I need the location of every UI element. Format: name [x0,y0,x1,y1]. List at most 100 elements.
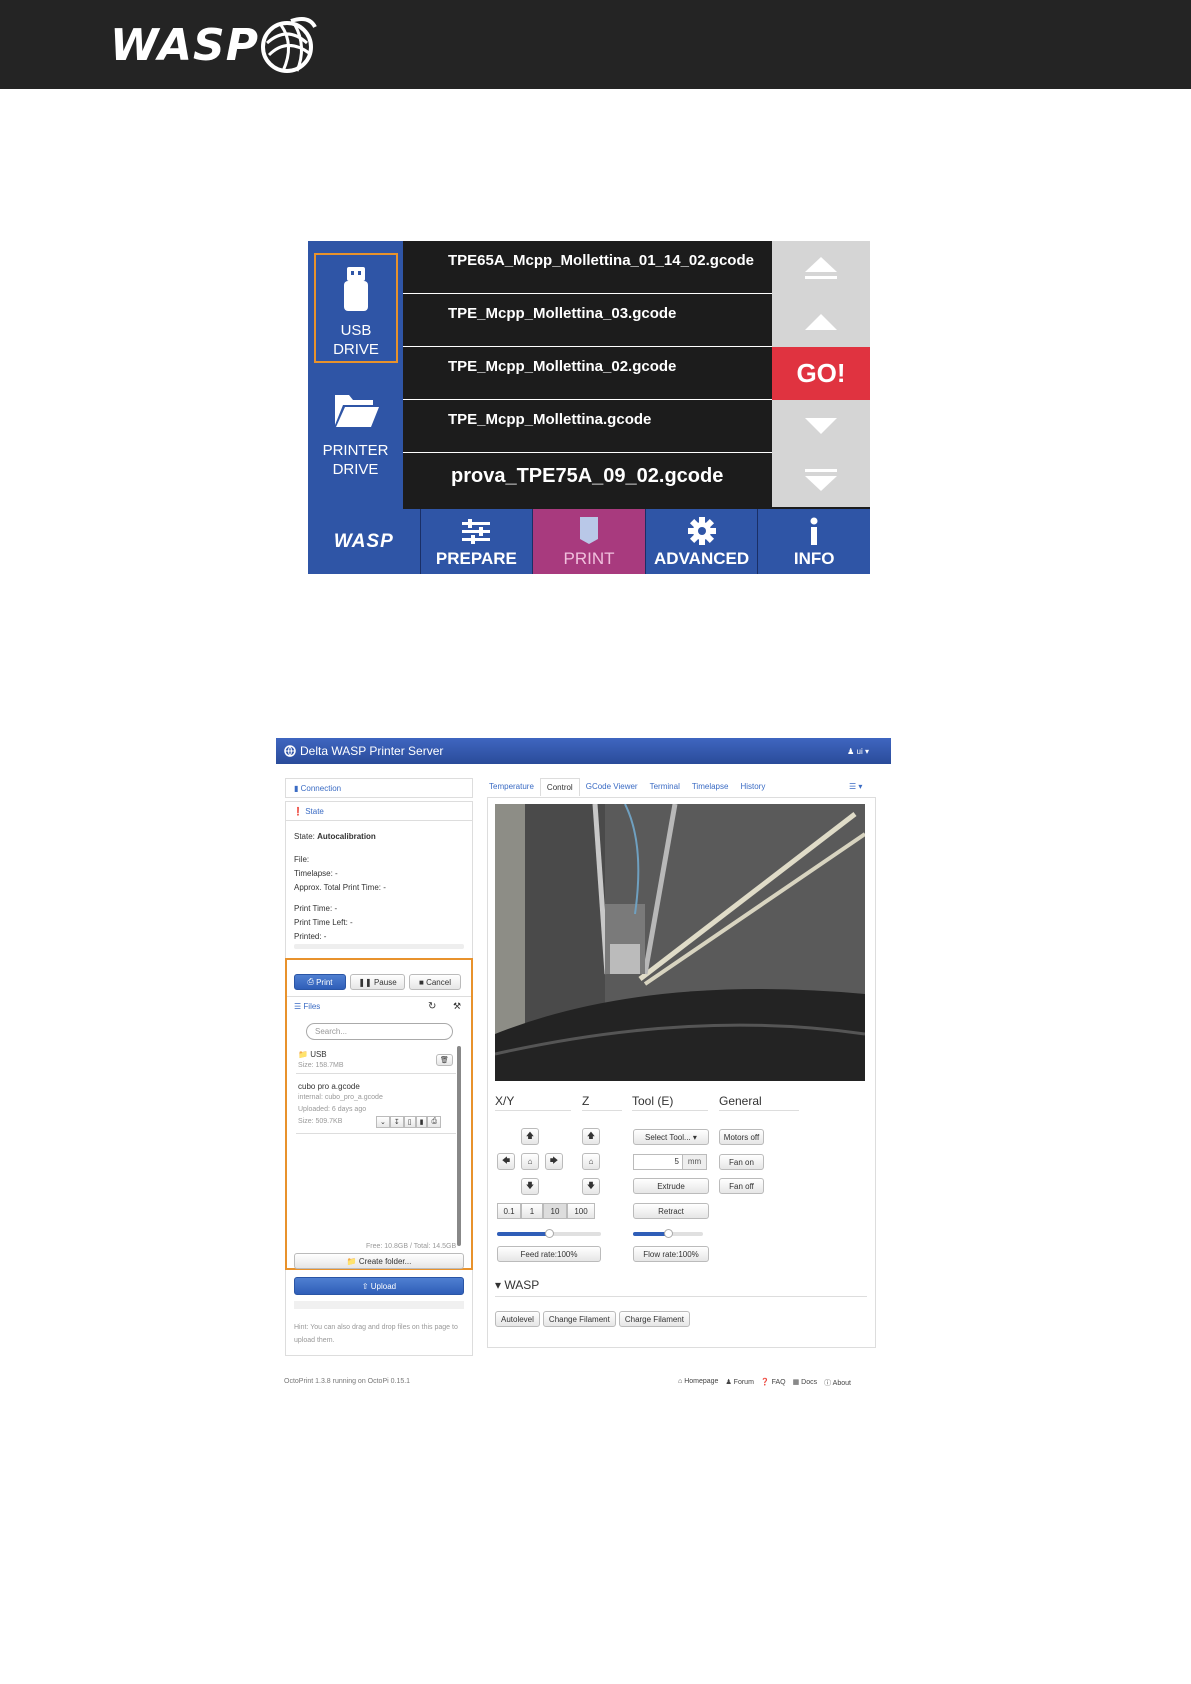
state-label: State: [294,832,315,841]
tab-terminal[interactable]: Terminal [644,778,686,796]
usb-folder[interactable]: 📁 USB [298,1050,327,1059]
trash-icon[interactable]: ▯ [403,1116,416,1128]
connection-link[interactable]: ▮ Connection [294,784,341,793]
step-100[interactable]: 100 [567,1203,595,1219]
select-tool-dropdown[interactable]: Select Tool... ▾ [633,1129,709,1145]
forum-link[interactable]: ♟ Forum [725,1378,753,1388]
file-row-selected[interactable]: prova_TPE75A_09_02.gcode [403,453,780,506]
print-button[interactable]: ⎙ Print [294,974,346,990]
files-scrollbar[interactable] [457,1046,461,1246]
file-name[interactable]: cubo pro a.gcode [298,1082,360,1091]
state-header[interactable]: ❗ State [293,807,324,816]
double-up-icon [805,256,837,279]
cancel-button-label: Cancel [426,977,451,987]
y-minus-button[interactable]: 🡇 [521,1178,539,1195]
file-row[interactable]: TPE_Mcpp_Mollettina_02.gcode [403,347,780,400]
z-minus-button[interactable]: 🡇 [582,1178,600,1195]
download-icon[interactable]: ↧ [389,1116,404,1128]
webcam-stream [495,804,865,1081]
tab-history[interactable]: History [734,778,771,796]
tab-timelapse[interactable]: Timelapse [686,778,735,796]
x-minus-button[interactable]: 🡄 [497,1153,515,1170]
flow-rate-knob[interactable] [664,1229,673,1238]
docs-link[interactable]: ▦ Docs [793,1378,818,1388]
connection-label: Connection [300,784,342,793]
load-folder-icon[interactable]: ▮ [415,1116,428,1128]
about-link[interactable]: ⓘ About [824,1378,851,1388]
xy-home-button[interactable]: ⌂ [521,1153,539,1170]
step-0-1[interactable]: 0.1 [497,1203,521,1219]
feed-rate-knob[interactable] [545,1229,554,1238]
homepage-link[interactable]: ⌂ Homepage [678,1378,718,1388]
user-menu[interactable]: ♟ ui ▾ [847,747,869,756]
state-title: State [305,807,324,816]
step-1[interactable]: 1 [521,1203,543,1219]
job-controls: ⎙ Print ❚❚ Pause ■ Cancel [294,974,461,990]
chevron-down-icon[interactable]: ⌄ [376,1116,390,1128]
y-plus-button[interactable]: 🡅 [521,1128,539,1145]
tab-temperature[interactable]: Temperature [483,778,540,796]
change-filament-button[interactable]: Change Filament [542,1311,616,1327]
printer-drive-button[interactable]: PRINTER DRIVE [308,391,403,491]
tab-info[interactable]: INFO [758,509,870,574]
autolevel-button[interactable]: Autolevel [495,1311,540,1327]
homepage-label: Homepage [684,1378,719,1385]
tab-wasp-home[interactable]: WASP [308,509,421,574]
scroll-down-button[interactable] [772,400,870,453]
tab-print[interactable]: PRINT [533,509,646,574]
faq-link[interactable]: ❓ FAQ [761,1378,786,1388]
tab-prepare[interactable]: PREPARE [421,509,534,574]
scroll-bottom-button[interactable] [772,453,870,506]
scroll-up-button[interactable] [772,294,870,347]
go-button[interactable]: GO! [772,347,870,400]
refresh-icon[interactable]: ↻ [428,1001,436,1012]
wasp-section-toggle[interactable]: ▾ WASP [495,1278,539,1292]
fan-on-button[interactable]: Fan on [719,1154,764,1170]
file-row[interactable]: TPE_Mcpp_Mollettina_03.gcode [403,294,780,347]
bottom-nav: WASP PREPARE PRINT ADVANCED INFO [308,509,870,574]
tab-gcode-viewer[interactable]: GCode Viewer [580,778,644,796]
state-line: State: Autocalibration [294,832,376,841]
tab-control[interactable]: Control [539,778,580,796]
create-folder-button[interactable]: 📁 Create folder... [294,1253,464,1269]
trash-icon[interactable]: 🗑 [436,1054,453,1066]
mm-unit: mm [683,1154,707,1170]
divider [296,1073,456,1074]
retract-button[interactable]: Retract [633,1203,709,1219]
file-row[interactable]: TPE65A_Mcpp_Mollettina_01_14_02.gcode [403,241,780,294]
app-title[interactable]: Delta WASP Printer Server [300,744,443,758]
fan-off-button[interactable]: Fan off [719,1178,764,1194]
cancel-button[interactable]: ■ Cancel [409,974,461,990]
usb-drive-button[interactable]: USB DRIVE [314,253,398,363]
file-size: Size: 509.7KB [298,1118,343,1125]
scroll-top-button[interactable] [772,241,870,294]
flow-rate-slider[interactable] [633,1229,703,1238]
globe-icon [260,17,317,73]
general-title: General [719,1094,762,1108]
feed-rate-slider[interactable] [497,1229,601,1238]
wrench-icon[interactable]: ⚒ [453,1001,461,1012]
tab-advanced-label: ADVANCED [654,549,750,568]
more-tabs-menu[interactable]: ☰ ▾ [849,782,862,791]
charge-filament-button[interactable]: Charge Filament [618,1311,690,1327]
file-list: TPE65A_Mcpp_Mollettina_01_14_02.gcode TP… [403,241,780,507]
storage-info: Free: 10.8GB / Total: 14.5GB [366,1243,457,1250]
extrude-amount-input[interactable]: 5 [633,1154,683,1170]
divider [287,996,471,997]
file-row[interactable]: TPE_Mcpp_Mollettina.gcode [403,400,780,453]
printer-icon[interactable]: ⎙ [427,1116,442,1128]
tab-advanced[interactable]: ADVANCED [646,509,759,574]
files-header[interactable]: ☰ Files [294,1002,320,1011]
flow-rate-button[interactable]: Flow rate:100% [633,1246,709,1262]
step-10[interactable]: 10 [543,1203,567,1219]
search-input[interactable]: Search... [306,1023,453,1040]
connection-panel[interactable]: ▮ Connection [285,778,473,798]
z-plus-button[interactable]: 🡅 [582,1128,600,1145]
x-plus-button[interactable]: 🡆 [545,1153,563,1170]
motors-off-button[interactable]: Motors off [719,1129,764,1145]
pause-button[interactable]: ❚❚ Pause [350,974,405,990]
extrude-button[interactable]: Extrude [633,1178,709,1194]
z-home-button[interactable]: ⌂ [582,1153,600,1170]
upload-button[interactable]: ⇧ Upload [294,1277,464,1295]
feed-rate-button[interactable]: Feed rate:100% [497,1246,601,1262]
